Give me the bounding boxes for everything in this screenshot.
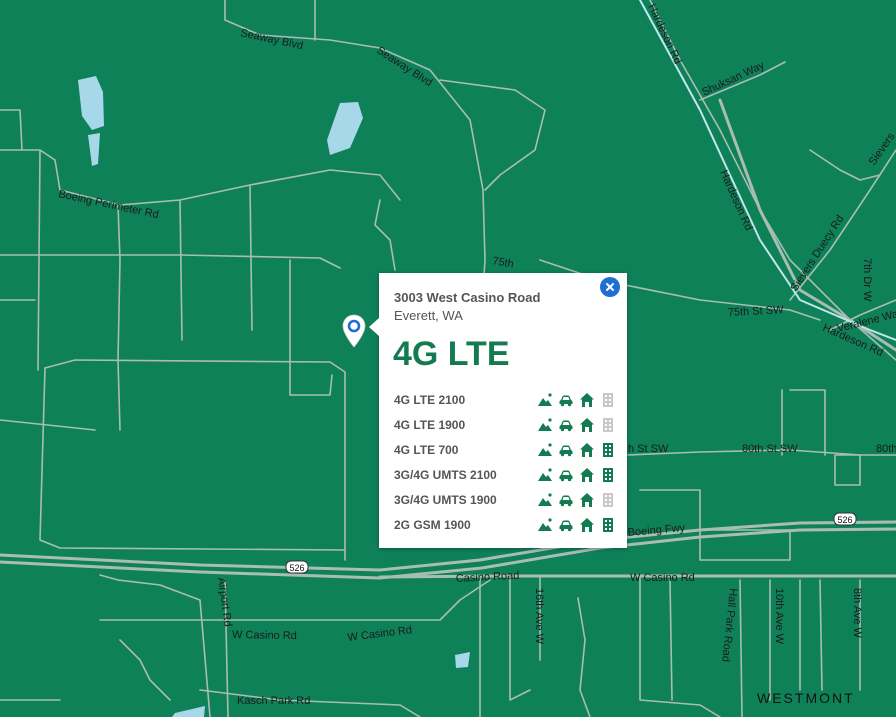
- in-building-icon: [603, 517, 613, 532]
- in-vehicle-icon: [559, 470, 573, 481]
- location-pin-icon[interactable]: [342, 314, 366, 348]
- road-label: Kasch Park Rd: [237, 695, 310, 707]
- outdoor-icon: [538, 467, 552, 481]
- road-label: 7th Dr W: [861, 258, 873, 302]
- band-label: 4G LTE 700: [394, 442, 459, 457]
- road-label: 80th St SW: [742, 443, 798, 455]
- band-row: 3G/4G UMTS 1900: [394, 487, 616, 512]
- band-label: 3G/4G UMTS 1900: [394, 492, 497, 507]
- highway-shield-label: 526: [837, 515, 852, 525]
- popup-address: 3003 West Casino Road: [394, 290, 541, 305]
- in-home-icon: [580, 417, 594, 432]
- coverage-icons: [537, 517, 616, 533]
- in-vehicle-icon: [559, 420, 573, 431]
- outdoor-icon: [538, 492, 552, 506]
- road-label: 10th Ave W: [773, 588, 785, 645]
- highway-shield: 526: [833, 512, 857, 526]
- coverage-icons: [537, 467, 616, 483]
- coverage-popup: 3003 West Casino Road Everett, WA 4G LTE…: [369, 273, 627, 548]
- road-label: W Casino Rd: [232, 629, 297, 642]
- band-label: 4G LTE 2100: [394, 392, 466, 407]
- in-vehicle-icon: [559, 495, 573, 506]
- in-vehicle-icon: [559, 445, 573, 456]
- in-building-icon: [603, 492, 613, 507]
- outdoor-icon: [538, 517, 552, 531]
- in-home-icon: [580, 517, 594, 532]
- highway-shield-label: 526: [289, 563, 304, 573]
- band-label: 3G/4G UMTS 2100: [394, 467, 497, 482]
- close-button[interactable]: [600, 277, 620, 297]
- band-row: 4G LTE 700: [394, 437, 616, 462]
- in-building-icon: [603, 392, 613, 407]
- road-label: h St SW: [628, 443, 669, 455]
- in-home-icon: [580, 467, 594, 482]
- coverage-icons: [537, 417, 616, 433]
- close-icon: [606, 283, 614, 291]
- highway-shield: 526: [285, 560, 309, 574]
- band-label: 4G LTE 1900: [394, 417, 466, 432]
- outdoor-icon: [538, 392, 552, 406]
- road-label: W Casino Rd: [630, 572, 695, 584]
- place-label: WESTMONT: [757, 690, 855, 706]
- band-row: 4G LTE 1900: [394, 412, 616, 437]
- road-label: 16th Ave W: [533, 588, 545, 645]
- in-home-icon: [580, 442, 594, 457]
- outdoor-icon: [538, 417, 552, 431]
- road-label: 80th: [876, 443, 896, 455]
- road-label: 8th Ave W: [851, 588, 863, 639]
- coverage-icons: [537, 442, 616, 458]
- in-home-icon: [580, 492, 594, 507]
- in-building-icon: [603, 467, 613, 482]
- band-label: 2G GSM 1900: [394, 517, 471, 532]
- popup-technology: 4G LTE: [393, 335, 510, 373]
- band-row: 2G GSM 1900: [394, 512, 616, 537]
- in-vehicle-icon: [559, 520, 573, 531]
- band-row: 4G LTE 2100: [394, 387, 616, 412]
- band-row: 3G/4G UMTS 2100: [394, 462, 616, 487]
- popup-city: Everett, WA: [394, 308, 463, 323]
- in-home-icon: [580, 392, 594, 407]
- in-vehicle-icon: [559, 395, 573, 406]
- coverage-icons: [537, 492, 616, 508]
- outdoor-icon: [538, 442, 552, 456]
- band-list: 4G LTE 2100 4G LTE 1900 4G LTE 700 3G/4G UM…: [394, 387, 616, 537]
- in-building-icon: [603, 417, 613, 432]
- coverage-icons: [537, 392, 616, 408]
- in-building-icon: [603, 442, 613, 457]
